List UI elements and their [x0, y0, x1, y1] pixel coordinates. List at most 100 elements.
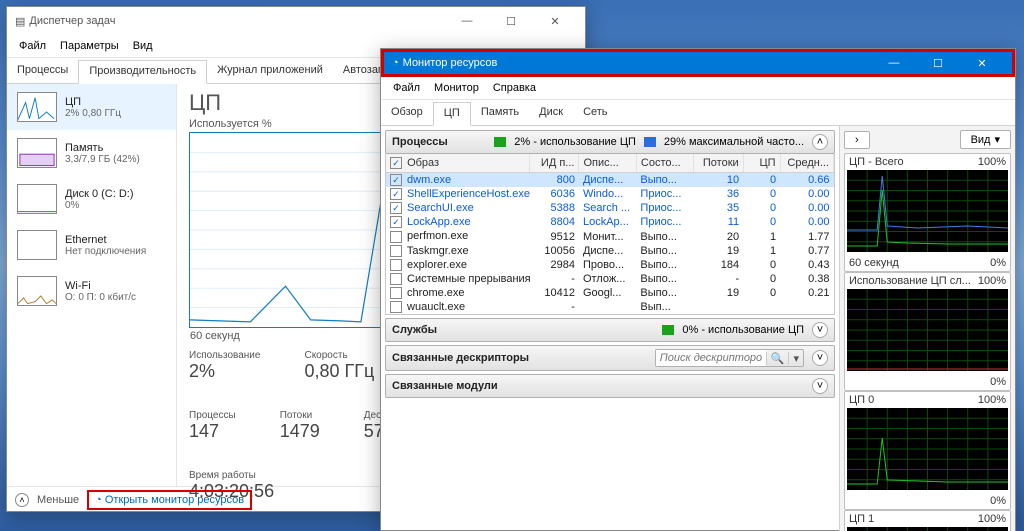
sidebar-sub: 2% 0,80 ГГц	[65, 108, 121, 119]
col-label: Образ	[407, 157, 439, 169]
sidebar-disk[interactable]: Диск 0 (C: D:)0%	[7, 176, 176, 222]
row-checkbox[interactable]	[390, 273, 402, 285]
ethernet-spark-icon	[17, 230, 57, 260]
rm-tabs: Обзор ЦП Память Диск Сеть	[381, 100, 1015, 126]
panel-title: Связанные дескрипторы	[392, 352, 529, 364]
chevron-up-icon[interactable]: ˄	[812, 134, 828, 150]
maximize-button[interactable]: ☐	[916, 49, 960, 77]
handles-header[interactable]: Связанные дескрипторы 🔍 ▾ ˅	[385, 345, 835, 371]
chevron-down-icon[interactable]: ˅	[812, 322, 828, 338]
table-row[interactable]: perfmon.exe 9512Монит...Выпо... 2011.77	[386, 229, 834, 243]
sidebar-ethernet[interactable]: EthernetНет подключения	[7, 222, 176, 268]
sidebar-wifi[interactable]: Wi-FiО: 0 П: 0 кбит/с	[7, 268, 176, 314]
table-row[interactable]: dwm.exe 800Диспе...Выпо... 1000.66	[386, 173, 834, 188]
handles-search: 🔍 ▾	[655, 349, 804, 367]
row-checkbox[interactable]	[390, 174, 402, 186]
col-cpu[interactable]: ЦП	[743, 154, 780, 173]
row-checkbox[interactable]	[390, 188, 402, 200]
col-pid[interactable]: ИД п...	[530, 154, 579, 173]
mini-chart: Использование ЦП сл...100% 0%	[844, 272, 1011, 391]
menu-file[interactable]: Файл	[13, 37, 52, 55]
rm-charts-pane: › Вид ▾ ЦП - Всего100% 60 секунд0%Исполь…	[839, 126, 1015, 531]
col-avg[interactable]: Средн...	[780, 154, 833, 173]
open-resource-monitor-link[interactable]: ◔ Открыть монитор ресурсов	[87, 490, 252, 510]
table-row[interactable]: explorer.exe 2984Прово...Выпо... 18400.4…	[386, 258, 834, 272]
menu-file[interactable]: Файл	[387, 79, 426, 97]
chart-footr: 0%	[990, 257, 1006, 269]
row-checkbox[interactable]	[390, 202, 402, 214]
collapse-icon[interactable]: ˄	[15, 493, 29, 507]
stat-value: 147	[189, 421, 236, 442]
xaxis-left: 60 секунд	[190, 330, 240, 342]
row-checkbox[interactable]	[390, 245, 402, 257]
menu-view[interactable]: Вид	[127, 37, 159, 55]
tab-memory[interactable]: Память	[471, 102, 529, 125]
fewer-details[interactable]: Меньше	[37, 494, 79, 506]
col-state[interactable]: Состо...	[636, 154, 693, 173]
row-checkbox[interactable]	[390, 287, 402, 299]
menu-options[interactable]: Параметры	[54, 37, 125, 55]
close-button[interactable]: ✕	[533, 7, 577, 35]
chart-title: ЦП 1	[849, 513, 874, 525]
chart-max: 100%	[978, 513, 1006, 525]
col-desc[interactable]: Опис...	[579, 154, 636, 173]
row-checkbox[interactable]	[390, 259, 402, 271]
tab-network[interactable]: Сеть	[573, 102, 617, 125]
tm-title: Диспетчер задач	[29, 15, 445, 27]
row-checkbox[interactable]	[390, 231, 402, 243]
panel-stat: 2% - использование ЦП	[514, 136, 636, 148]
sidebar-memory[interactable]: Память3,3/7,9 ГБ (42%)	[7, 130, 176, 176]
table-row[interactable]: Системные прерывания -Отлож...Выпо... -0…	[386, 272, 834, 286]
wifi-spark-icon	[17, 276, 57, 306]
charts-collapse-button[interactable]: ›	[844, 131, 870, 149]
stat-label: Потоки	[280, 410, 320, 421]
sidebar-label: Память	[65, 142, 140, 154]
col-threads[interactable]: Потоки	[694, 154, 743, 173]
table-row[interactable]: Taskmgr.exe 10056Диспе...Выпо... 1910.77	[386, 244, 834, 258]
maximize-button[interactable]: ☐	[489, 7, 533, 35]
cpu-spark-icon	[17, 92, 57, 122]
row-checkbox[interactable]	[390, 216, 402, 228]
tab-performance[interactable]: Производительность	[78, 60, 207, 84]
tab-app-history[interactable]: Журнал приложений	[207, 60, 333, 83]
tab-cpu[interactable]: ЦП	[433, 102, 471, 126]
select-all-checkbox[interactable]	[390, 157, 402, 169]
rm-menubar: Файл Монитор Справка	[381, 77, 1015, 100]
search-dropdown-icon[interactable]: ▾	[788, 352, 803, 365]
minimize-button[interactable]: —	[872, 49, 916, 77]
table-row[interactable]: LockApp.exe 8804LockAp...Приос... 1100.0…	[386, 215, 834, 229]
resmon-icon: ◔	[392, 57, 399, 69]
table-row[interactable]: SearchUI.exe 5388Search ...Приос... 3500…	[386, 201, 834, 215]
chart-max: 100%	[978, 394, 1006, 406]
chevron-down-icon[interactable]: ˅	[812, 378, 828, 394]
rm-titlebar[interactable]: ◔ Монитор ресурсов — ☐ ✕	[381, 49, 1015, 77]
mini-chart: ЦП 0100% 0%	[844, 391, 1011, 510]
table-row[interactable]: ShellExperienceHost.exe 6036Windo...Прио…	[386, 187, 834, 201]
resmon-link-text: Открыть монитор ресурсов	[105, 494, 244, 506]
tab-processes[interactable]: Процессы	[7, 60, 78, 83]
stat-value: 2%	[189, 361, 260, 382]
rm-title: Монитор ресурсов	[403, 57, 872, 69]
cpu-usage-icon	[494, 137, 506, 147]
sidebar-cpu[interactable]: ЦП2% 0,80 ГГц	[7, 84, 176, 130]
processes-header[interactable]: Процессы 2% - использование ЦП 29% макси…	[385, 130, 835, 154]
view-button[interactable]: Вид ▾	[960, 130, 1011, 149]
menu-monitor[interactable]: Монитор	[428, 79, 485, 97]
col-image[interactable]: Образ	[386, 154, 530, 173]
close-button[interactable]: ✕	[960, 49, 1004, 77]
tab-overview[interactable]: Обзор	[381, 102, 433, 125]
minimize-button[interactable]: —	[445, 7, 489, 35]
table-row[interactable]: chrome.exe 10412Googl...Выпо... 1900.21	[386, 286, 834, 300]
modules-header[interactable]: Связанные модули ˅	[385, 374, 835, 398]
tm-sidebar: ЦП2% 0,80 ГГц Память3,3/7,9 ГБ (42%) Дис…	[7, 84, 177, 486]
table-row[interactable]: wuauclt.exe -Вып...	[386, 300, 834, 314]
tm-titlebar[interactable]: ▤ Диспетчер задач — ☐ ✕	[7, 7, 585, 35]
tab-disk[interactable]: Диск	[529, 102, 573, 125]
handles-search-input[interactable]	[656, 350, 766, 366]
menu-help[interactable]: Справка	[487, 79, 542, 97]
services-header[interactable]: Службы 0% - использование ЦП ˅	[385, 318, 835, 342]
chevron-down-icon[interactable]: ˅	[812, 350, 828, 366]
row-checkbox[interactable]	[390, 301, 402, 313]
search-icon[interactable]: 🔍	[766, 352, 789, 365]
chart-title: Использование ЦП сл...	[849, 275, 971, 287]
